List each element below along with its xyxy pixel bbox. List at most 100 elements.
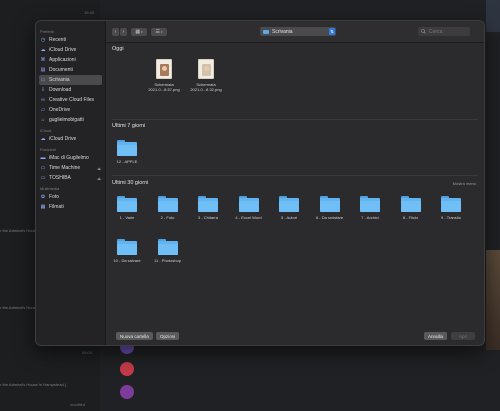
sidebar-item-icloud-drive[interactable]: ☁ iCloud Drive (36, 45, 105, 55)
folder-icon (238, 196, 259, 212)
background-thumbnail (486, 0, 500, 32)
folder-front (279, 201, 299, 212)
folder-front (238, 201, 259, 212)
chat-avatar[interactable] (120, 385, 134, 399)
folder-name: 10 - Da salvare (113, 258, 141, 263)
folder-item[interactable]: 5 - Autori (271, 196, 307, 220)
folder-item[interactable]: 1 - Varie (109, 196, 145, 220)
sidebar-item-label: Recenti (49, 37, 66, 43)
folder-item[interactable]: 4 - Excel Word (231, 196, 267, 220)
download-icon: ⇩ (40, 87, 46, 93)
film-icon: ▦ (40, 204, 46, 210)
location-popup[interactable]: Scrivania ⇅ (260, 27, 336, 36)
folder-front (117, 145, 137, 156)
sidebar-item-recenti[interactable]: ◷ Recenti (36, 35, 105, 45)
sidebar-item-filmati[interactable]: ▦ Filmati (36, 202, 105, 212)
sidebar-item-documenti[interactable]: ▤ Documenti (36, 65, 105, 75)
sidebar-item-label: guglielmobigatti (49, 117, 84, 123)
options-button[interactable]: Opzioni (156, 332, 180, 340)
folder-name: 7 - Archivi (361, 215, 379, 220)
sidebar-item-label: iCloud Drive (49, 47, 77, 53)
eject-icon[interactable]: ⏏ (97, 176, 101, 181)
sidebar-section-title: Multimedia (40, 186, 60, 191)
sidebar-section-title: Preferiti (40, 29, 54, 34)
chevron-updown-icon: ⇅ (329, 28, 335, 35)
file-item[interactable]: Schermata 2021-0...8.57.png (146, 59, 182, 92)
folder-front (117, 201, 137, 212)
apps-icon: ⌘ (40, 57, 46, 63)
folder-name: 11 - Photoshop (154, 258, 181, 263)
photo-icon: ✿ (40, 194, 46, 200)
cancel-button[interactable]: Annulla (424, 332, 448, 340)
sidebar-item-applicazioni[interactable]: ⌘ Applicazioni (36, 55, 105, 65)
file-item[interactable]: Schermata 2021-0...8.32.png (188, 59, 224, 92)
file-thumbnail (156, 59, 172, 79)
sidebar-section-title: Posizioni (40, 147, 57, 152)
sidebar-item-time-machine[interactable]: ▭ Time Machine ⏏ (36, 163, 105, 173)
folder-icon (157, 239, 178, 255)
chat-avatar[interactable] (120, 362, 134, 376)
sidebar-item-guglielmo[interactable]: ⌂ guglielmobigatti (36, 115, 105, 125)
chevron-down-icon: ▾ (160, 30, 163, 34)
sidebar-item-onedrive[interactable]: ▱ OneDrive (36, 105, 105, 115)
sidebar-item-toshiba[interactable]: ▭ TOSHIBA ⏏ (36, 173, 105, 183)
folder-name: 9 - Transito (440, 215, 461, 220)
file-name: 2021-0...8.32.png (190, 87, 222, 92)
grid-icon: ▦ (135, 29, 141, 35)
sidebar-item-scrivania[interactable]: ▭ Scrivania (39, 75, 102, 85)
open-button[interactable]: Apri (451, 332, 475, 340)
folder-item[interactable]: 10 - Da salvare (109, 239, 145, 263)
folder-item[interactable]: 2 - Foto (150, 196, 186, 220)
folder-front (157, 201, 178, 212)
folder-icon (198, 196, 218, 212)
folder-item[interactable]: 6 - Da smistare (312, 196, 348, 220)
search-input[interactable] (429, 28, 469, 35)
section-title-ultimi-30: Ultimi 30 giorni (112, 180, 149, 186)
forward-button[interactable]: › (120, 28, 127, 36)
sidebar-item-label: iCloud Drive (49, 136, 77, 142)
sidebar-item-label: Time Machine (49, 165, 81, 171)
folder-icon (117, 140, 137, 156)
folder-name: 12 - APPLE (116, 159, 138, 164)
search-icon (421, 29, 426, 34)
folder-item[interactable]: 3 - Chitarra (190, 196, 226, 220)
message-preview: r the Admiral's House in Hampstead ( (0, 382, 67, 387)
sidebar-item-creative-cloud[interactable]: ∞ Creative Cloud Files (36, 95, 105, 105)
eject-icon[interactable]: ⏏ (97, 166, 101, 171)
icon-view-button[interactable]: ▦ ▾ (131, 28, 147, 36)
new-folder-button[interactable]: Nuova cartella (116, 332, 153, 340)
cloud-icon: ☁ (40, 136, 46, 142)
sidebar-item-label: TOSHIBA (49, 175, 71, 181)
chevron-down-icon: ▾ (141, 30, 143, 34)
sidebar-item-imac[interactable]: ▬ iMac di Guglielmo (36, 153, 105, 163)
sidebar-item-label: Download (49, 87, 72, 93)
folder-item[interactable]: 12 - APPLE (109, 140, 145, 164)
show-less-link[interactable]: Mostra meno (453, 181, 476, 186)
sidebar-item-label: Filmati (49, 204, 64, 210)
folder-icon (360, 196, 380, 212)
list-icon: ☰ (155, 29, 160, 35)
dialog-footer: Nuova cartella Opzioni Annulla Apri (106, 325, 484, 345)
folder-item[interactable]: 9 - Transito (433, 196, 469, 220)
sidebar-item-foto[interactable]: ✿ Foto (36, 192, 105, 202)
folder-item[interactable]: 11 - Photoshop (150, 239, 186, 263)
thumbnail-face (162, 66, 167, 71)
message-time: modified (70, 402, 86, 407)
folder-front (157, 244, 178, 255)
sidebar-section-title: iCloud (40, 128, 52, 133)
folder-item[interactable]: 8 - Flickr (393, 196, 429, 220)
back-button[interactable]: ‹ (112, 28, 119, 36)
section-title-oggi: Oggi (112, 46, 124, 52)
folder-name: 6 - Da smistare (315, 215, 344, 220)
folder-name: 3 - Chitarra (197, 215, 218, 220)
search-field[interactable] (418, 27, 470, 36)
sidebar-item-icloud-drive-2[interactable]: ☁ iCloud Drive (36, 134, 105, 144)
sidebar-item-label: Foto (49, 194, 60, 200)
sidebar-item-download[interactable]: ⇩ Download (36, 85, 105, 95)
group-view-button[interactable]: ☰ ▾ (151, 28, 167, 36)
sidebar-item-label: OneDrive (49, 107, 71, 113)
folder-front (198, 201, 218, 212)
folder-name: 1 - Varie (119, 215, 135, 220)
sidebar-item-label: Documenti (49, 67, 73, 73)
folder-item[interactable]: 7 - Archivi (352, 196, 388, 220)
